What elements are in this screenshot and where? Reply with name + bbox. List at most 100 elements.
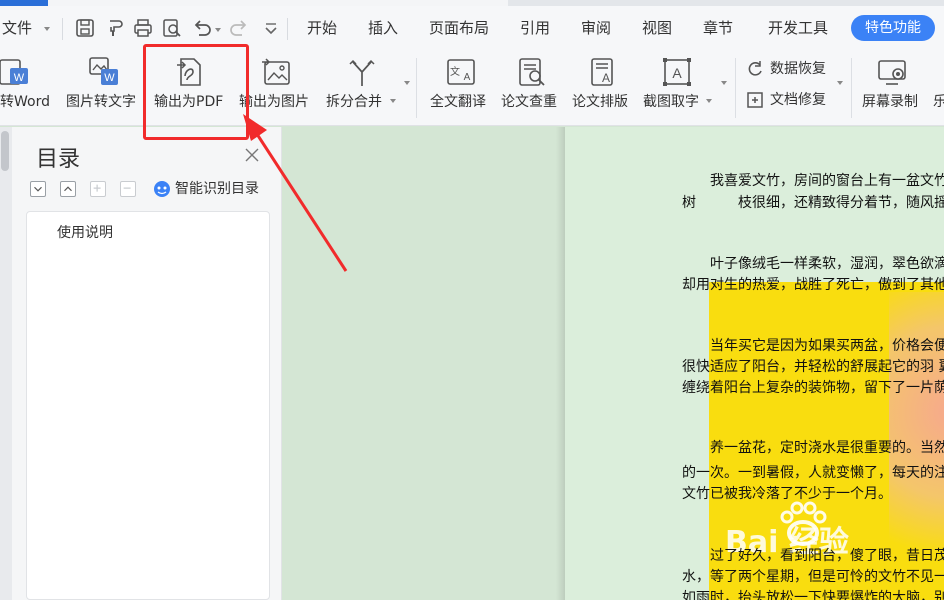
tab-page-layout[interactable]: 页面布局: [429, 6, 489, 50]
ribbon-toolbar: W 转Word W 图片转文字 输出为PDF 输出为图片 拆分合并 文 A 全文…: [0, 50, 944, 126]
plus-icon: [93, 184, 101, 192]
screenshot-text-icon: A: [663, 58, 691, 86]
screen-record-button[interactable]: 屏幕录制: [862, 50, 924, 126]
document-repair-icon: [747, 92, 763, 108]
doc-line: 叶子像绒毛一样柔软，湿润，翠色欲滴，: [710, 256, 944, 272]
expand-all-button[interactable]: [60, 181, 76, 197]
print-preview-icon[interactable]: [161, 17, 183, 39]
translate-icon: 文 A: [447, 59, 475, 85]
image-to-text-label: 图片转文字: [66, 94, 136, 110]
full-translate-button[interactable]: 文 A 全文翻译: [430, 50, 492, 126]
doc-line: 我喜爱文竹，房间的窗台上有一盆文竹: [710, 173, 944, 189]
tab-view[interactable]: 视图: [642, 6, 672, 50]
paper-layout-button[interactable]: A 论文排版: [572, 50, 634, 126]
ribbon-group-more-icon[interactable]: [721, 81, 727, 85]
menu-separator: [62, 18, 63, 40]
file-menu-chevron-icon[interactable]: [44, 27, 50, 31]
format-painter-icon[interactable]: [104, 17, 126, 39]
split-merge-button[interactable]: 拆分合并: [326, 50, 398, 126]
plagiarism-check-label: 论文查重: [501, 94, 557, 110]
redo-icon[interactable]: [228, 17, 250, 39]
print-icon[interactable]: [132, 17, 154, 39]
tab-special-features[interactable]: 特色功能: [851, 15, 935, 41]
svg-text:文: 文: [450, 65, 460, 78]
svg-text:A: A: [672, 65, 682, 81]
data-recovery-icon: [748, 61, 762, 76]
document-repair-label: 文档修复: [770, 92, 826, 108]
doc-line: 却用对生的热爱，战胜了死亡，傲到了其他: [682, 277, 944, 293]
paper-layout-label: 论文排版: [572, 94, 628, 110]
tab-review[interactable]: 审阅: [581, 6, 611, 50]
screenshot-text-button[interactable]: A 截图取字: [643, 50, 715, 126]
tab-insert[interactable]: 插入: [368, 6, 398, 50]
document-page[interactable]: 我喜爱文竹，房间的窗台上有一盆文竹 树 枝很细，还精致得分着节，随风摇 叶子像绒…: [565, 127, 944, 600]
export-image-icon: [262, 58, 290, 85]
toc-item-instructions[interactable]: 使用说明: [57, 222, 113, 242]
ribbon-group-more-icon[interactable]: [837, 81, 843, 85]
tab-chapter[interactable]: 章节: [703, 6, 733, 50]
svg-text:W: W: [14, 72, 25, 84]
chevron-down-icon: [34, 186, 42, 192]
tab-developer[interactable]: 开发工具: [768, 6, 828, 50]
annotation-highlight-box: [143, 44, 249, 140]
doc-line: 树 枝很细，还精致得分着节，随风摇: [682, 195, 944, 211]
cut-off-ribbon-label: 乐: [933, 94, 944, 110]
remove-toc-item-button[interactable]: [120, 181, 136, 197]
tab-home[interactable]: 开始: [307, 6, 337, 50]
split-merge-dropdown-icon[interactable]: [390, 99, 396, 103]
paper-layout-icon: A: [591, 58, 613, 86]
doc-line: 如雨时，抬头放松一下快要爆炸的大脑，别: [682, 590, 944, 600]
doc-line: 缠绕着阳台上复杂的装饰物，留下了一片荫: [682, 380, 944, 396]
doc-line: 很快适应了阳台，并轻松的舒展起它的羽 翼: [682, 359, 944, 375]
plagiarism-check-icon: [519, 58, 545, 86]
left-scrollbar-thumb[interactable]: [1, 131, 9, 171]
undo-icon[interactable]: [191, 17, 213, 39]
doc-line: 养一盆花，定时浇水是很重要的。当然: [710, 440, 944, 456]
data-recovery-label: 数据恢复: [770, 61, 826, 77]
doc-line: 当年买它是因为如果买两盆，价格会便: [710, 338, 944, 354]
image-to-text-button[interactable]: W 图片转文字: [66, 50, 144, 126]
screen-record-label: 屏幕录制: [862, 94, 918, 110]
to-word-label: 转Word: [0, 94, 50, 110]
ribbon-separator: [416, 58, 417, 118]
doc-line: 过了好久，看到阳台，傻了眼，昔日茂: [710, 548, 944, 564]
ribbon-separator: [851, 58, 852, 118]
smart-recognize-icon[interactable]: [153, 180, 171, 198]
export-image-button[interactable]: 输出为图片: [238, 50, 318, 126]
minus-icon: [123, 187, 131, 189]
chevron-up-icon: [64, 186, 72, 192]
full-translate-label: 全文翻译: [430, 94, 486, 110]
add-toc-item-button[interactable]: [90, 181, 106, 197]
split-merge-icon: [349, 59, 375, 86]
customize-toolbar-chevron-icon[interactable]: [260, 17, 282, 39]
toc-list: 使用说明: [26, 211, 270, 600]
screen-record-icon: [878, 60, 906, 85]
left-scrollbar[interactable]: [0, 127, 12, 600]
doc-line: 水，等了两个星期，但是可怜的文竹不见一: [682, 569, 944, 585]
toc-sidebar: 目录 智能识别目录 使用说明: [12, 127, 282, 600]
screenshot-text-label: 截图取字: [643, 94, 699, 110]
plagiarism-check-button[interactable]: 论文查重: [501, 50, 563, 126]
menu-bar: 文件 开始 插入 页面布局 引用 审阅 视图 章节 开发工具 特色功能: [0, 6, 944, 50]
save-icon[interactable]: [74, 17, 96, 39]
screenshot-text-dropdown-icon[interactable]: [706, 99, 712, 103]
close-icon[interactable]: [244, 147, 260, 163]
smart-recognize-toc-button[interactable]: 智能识别目录: [175, 180, 259, 198]
doc-line: 的一次。一到暑假，人就变懒了，每天的注: [682, 465, 944, 481]
cut-off-ribbon-button[interactable]: 乐: [930, 50, 944, 126]
split-merge-label: 拆分合并: [326, 94, 382, 110]
to-word-button[interactable]: W 转Word: [0, 50, 60, 126]
undo-dropdown-icon[interactable]: [215, 28, 221, 32]
file-menu[interactable]: 文件: [2, 6, 32, 50]
toc-title: 目录: [36, 147, 81, 172]
svg-text:A: A: [464, 72, 471, 83]
collapse-all-button[interactable]: [30, 181, 46, 197]
export-image-label: 输出为图片: [239, 94, 309, 110]
to-word-icon: W: [0, 59, 28, 85]
svg-text:A: A: [602, 71, 610, 85]
tab-references[interactable]: 引用: [520, 6, 550, 50]
ribbon-separator: [735, 58, 736, 118]
image-to-text-icon: W: [89, 57, 118, 85]
menu-separator: [287, 18, 288, 40]
ribbon-group-more-icon[interactable]: [404, 81, 410, 85]
